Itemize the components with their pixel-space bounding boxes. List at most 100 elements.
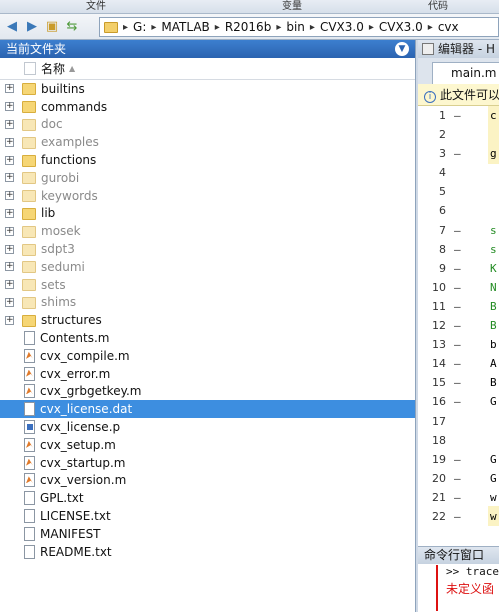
file-row[interactable]: Contents.m — [0, 329, 415, 347]
breadcrumb-separator-icon[interactable]: ▸ — [149, 22, 158, 33]
breakpoint-marker[interactable]: – — [454, 221, 461, 240]
folder-row[interactable]: + lib — [0, 205, 415, 223]
breadcrumb-separator-icon[interactable]: ▸ — [213, 22, 222, 33]
select-all-checkbox[interactable] — [24, 62, 36, 75]
folder-up-icon[interactable]: ▣ — [44, 19, 60, 35]
browse-folder-icon[interactable]: ⇆ — [64, 19, 80, 35]
breadcrumb-item[interactable]: bin — [283, 20, 308, 34]
expand-icon[interactable]: + — [5, 244, 14, 254]
file-row[interactable]: cvx_license.dat — [0, 400, 415, 419]
panel-menu-icon[interactable]: ▼ — [395, 42, 409, 56]
breakpoint-marker[interactable]: – — [454, 278, 461, 297]
command-line[interactable]: >> trace — [418, 564, 499, 580]
file-row[interactable]: cvx_version.m — [0, 472, 415, 490]
folder-row[interactable]: + keywords — [0, 187, 415, 205]
tab-code[interactable]: 代码 — [428, 0, 448, 14]
breadcrumb-separator-icon[interactable]: ▸ — [367, 22, 376, 33]
file-row[interactable]: README.txt — [0, 543, 415, 561]
expand-icon[interactable]: + — [5, 297, 14, 307]
breakpoint-marker[interactable]: – — [454, 392, 461, 411]
breadcrumb-item[interactable]: G: — [130, 20, 149, 34]
breakpoint-marker[interactable]: – — [454, 297, 461, 316]
code-line[interactable]: 5 — [418, 182, 499, 201]
code-line[interactable]: 11– B — [418, 297, 499, 316]
breakpoint-marker[interactable]: – — [454, 488, 461, 507]
code-line[interactable]: 3– g — [418, 144, 499, 163]
folder-row[interactable]: + commands — [0, 98, 415, 116]
breakpoint-marker[interactable]: – — [454, 144, 461, 163]
breakpoint-marker[interactable]: – — [454, 507, 461, 526]
breadcrumb-separator-icon[interactable]: ▸ — [308, 22, 317, 33]
arrow-left-icon[interactable]: ◀ — [4, 19, 20, 35]
expand-icon[interactable]: + — [5, 137, 14, 147]
folder-row[interactable]: + sedumi — [0, 258, 415, 276]
expand-icon[interactable]: + — [5, 119, 14, 129]
file-row[interactable]: MANIFEST — [0, 525, 415, 543]
code-line[interactable]: 21– w — [418, 488, 499, 507]
tab-variable[interactable]: 变量 — [282, 0, 302, 14]
expand-icon[interactable]: + — [5, 155, 14, 165]
expand-icon[interactable]: + — [5, 208, 14, 218]
breadcrumb-item[interactable]: CVX3.0 — [317, 20, 367, 34]
code-line[interactable]: 7– s — [418, 221, 499, 240]
file-row[interactable]: cvx_grbgetkey.m — [0, 383, 415, 401]
expand-icon[interactable]: + — [5, 262, 14, 272]
arrow-right-icon[interactable]: ▶ — [24, 19, 40, 35]
breadcrumb-separator-icon[interactable]: ▸ — [121, 22, 130, 33]
code-line[interactable]: 12– B — [418, 316, 499, 335]
file-row[interactable]: cvx_setup.m — [0, 436, 415, 454]
code-line[interactable]: 16– G — [418, 392, 499, 411]
code-line[interactable]: 19– G — [418, 450, 499, 469]
breadcrumb-item[interactable]: CVX3.0 — [376, 20, 426, 34]
breakpoint-marker[interactable]: – — [454, 450, 461, 469]
file-row[interactable]: LICENSE.txt — [0, 507, 415, 525]
code-line[interactable]: 6 — [418, 201, 499, 220]
breakpoint-marker[interactable]: – — [454, 259, 461, 278]
folder-row[interactable]: + sdpt3 — [0, 240, 415, 258]
file-row[interactable]: cvx_compile.m — [0, 347, 415, 365]
code-area[interactable]: 1– c 2 3– g 4 5 6 7– s 8– s 9– K 10– N 11– B 12– B 13– b 14– A 1… — [418, 106, 499, 526]
breadcrumb-separator-icon[interactable]: ▸ — [274, 22, 283, 33]
folder-row[interactable]: + shims — [0, 294, 415, 312]
breadcrumb-item[interactable]: cvx — [435, 20, 462, 34]
code-line[interactable]: 14– A — [418, 354, 499, 373]
file-row[interactable]: cvx_startup.m — [0, 454, 415, 472]
folder-row[interactable]: + builtins — [0, 80, 415, 98]
code-line[interactable]: 20– G — [418, 469, 499, 488]
folder-row[interactable]: + sets — [0, 276, 415, 294]
breakpoint-marker[interactable]: – — [454, 240, 461, 259]
breakpoint-marker[interactable]: – — [454, 373, 461, 392]
breakpoint-marker[interactable]: – — [454, 316, 461, 335]
breakpoint-marker[interactable]: – — [454, 469, 461, 488]
breadcrumb-item[interactable]: MATLAB — [158, 20, 212, 34]
folder-row[interactable]: + functions — [0, 151, 415, 169]
code-line[interactable]: 2 — [418, 125, 499, 144]
expand-icon[interactable]: + — [5, 191, 14, 201]
column-header[interactable]: 名称 ▲ — [0, 58, 415, 80]
code-line[interactable]: 17 — [418, 412, 499, 431]
file-row[interactable]: cvx_license.p — [0, 418, 415, 436]
folder-row[interactable]: + structures — [0, 311, 415, 329]
path-breadcrumb[interactable]: ▸ G: ▸ MATLAB ▸ R2016b ▸ bin ▸ CVX3.0 ▸ CVX3.0 ▸ cvx — [99, 17, 499, 37]
breakpoint-marker[interactable]: – — [454, 335, 461, 354]
code-line[interactable]: 10– N — [418, 278, 499, 297]
expand-icon[interactable]: + — [5, 102, 14, 112]
code-line[interactable]: 13– b — [418, 335, 499, 354]
code-line[interactable]: 8– s — [418, 240, 499, 259]
code-line[interactable]: 4 — [418, 163, 499, 182]
code-line[interactable]: 18 — [418, 431, 499, 450]
code-line[interactable]: 9– K — [418, 259, 499, 278]
file-row[interactable]: GPL.txt — [0, 489, 415, 507]
folder-row[interactable]: + gurobi — [0, 169, 415, 187]
expand-icon[interactable]: + — [5, 280, 14, 290]
folder-row[interactable]: + doc — [0, 116, 415, 134]
expand-icon[interactable]: + — [5, 84, 14, 94]
code-line[interactable]: 1– c — [418, 106, 499, 125]
folder-row[interactable]: + examples — [0, 133, 415, 151]
breadcrumb-separator-icon[interactable]: ▸ — [426, 22, 435, 33]
breakpoint-marker[interactable]: – — [454, 106, 461, 125]
file-row[interactable]: cvx_error.m — [0, 365, 415, 383]
code-line[interactable]: 15– B — [418, 373, 499, 392]
expand-icon[interactable]: + — [5, 173, 14, 183]
tab-file[interactable]: 文件 — [86, 0, 106, 14]
